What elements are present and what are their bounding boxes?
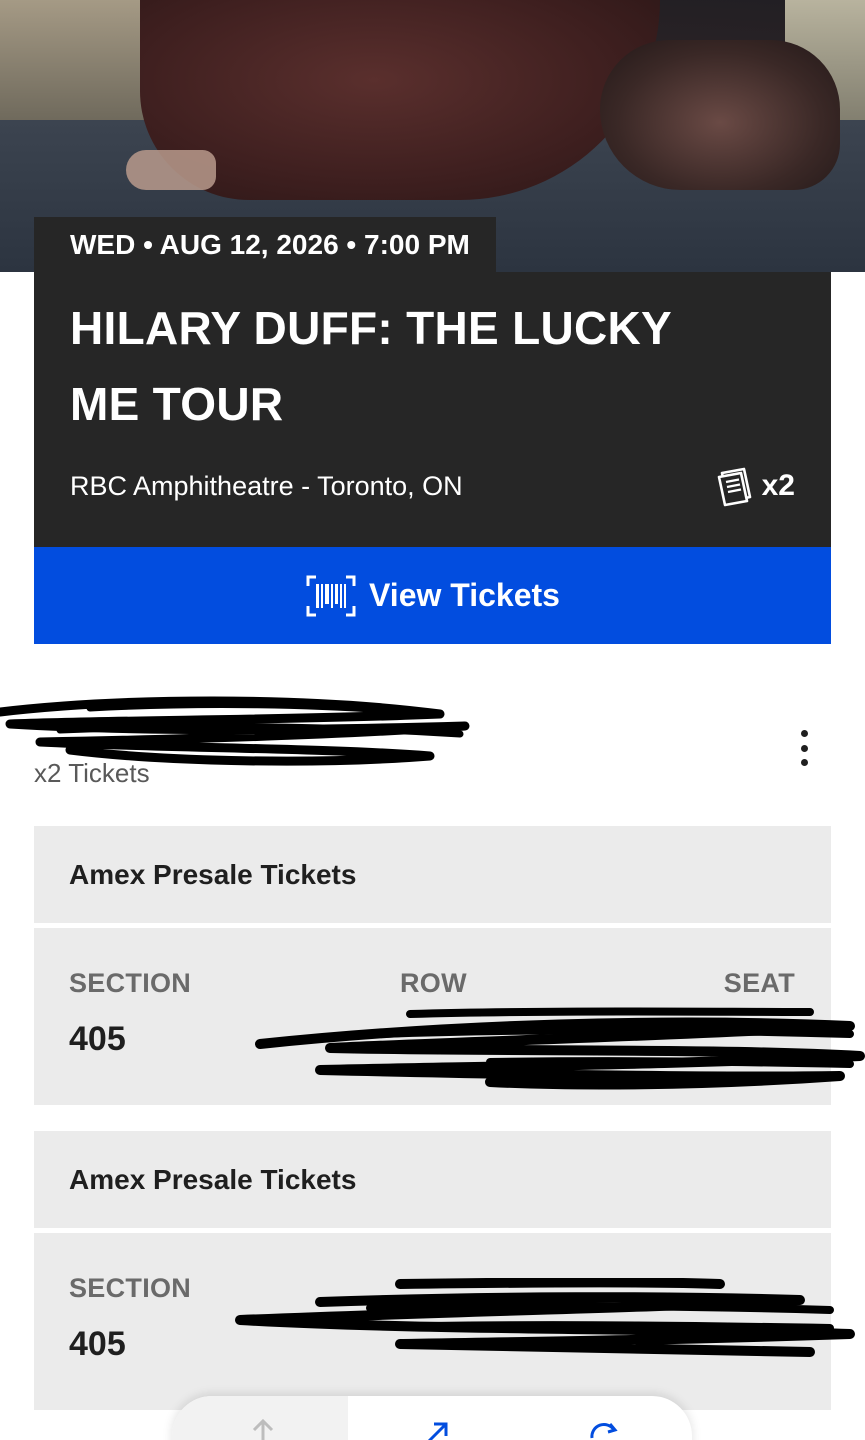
section-value: 405: [69, 1325, 126, 1363]
more-options-button[interactable]: [790, 726, 818, 770]
upload-icon[interactable]: [246, 1416, 280, 1440]
section-label: SECTION: [69, 1273, 192, 1303]
more-vertical-icon: [800, 744, 808, 752]
event-title: HILARY DUFF: THE LUCKY ME TOUR: [70, 302, 672, 430]
more-vertical-icon: [800, 759, 808, 766]
hero-figure-leg: [600, 40, 840, 190]
refresh-icon[interactable]: [586, 1416, 620, 1440]
tickets-count-subtitle: x2 Tickets: [34, 758, 150, 788]
external-link-icon[interactable]: [420, 1416, 454, 1440]
ticket-stack-icon: [717, 467, 751, 507]
view-tickets-label: View Tickets: [369, 577, 560, 613]
event-date: WED • AUG 12, 2026 • 7:00 PM: [34, 217, 496, 273]
section-value: 405: [69, 1020, 126, 1058]
ticket-count-label: x2: [761, 469, 795, 502]
ticket-count: x2: [714, 464, 795, 508]
hero-figure-hand: [126, 150, 216, 190]
row-label: ROW: [400, 968, 467, 998]
event-card: HILARY DUFF: THE LUCKY ME TOUR RBC Amphi…: [34, 272, 831, 548]
view-tickets-button[interactable]: View Tickets: [34, 547, 831, 644]
barcode-icon: [306, 575, 356, 616]
bottom-action-bar: [172, 1396, 692, 1440]
ticket-group-header: Amex Presale Tickets: [34, 1131, 831, 1228]
ticket-group-header: Amex Presale Tickets: [34, 826, 831, 923]
more-vertical-icon: [800, 730, 808, 737]
event-venue: RBC Amphitheatre - Toronto, ON: [70, 471, 463, 501]
seat-label: SEAT: [723, 968, 795, 998]
redaction-scribble: [255, 1007, 865, 1090]
section-label: SECTION: [69, 968, 192, 998]
redaction-scribble: [235, 1278, 855, 1357]
